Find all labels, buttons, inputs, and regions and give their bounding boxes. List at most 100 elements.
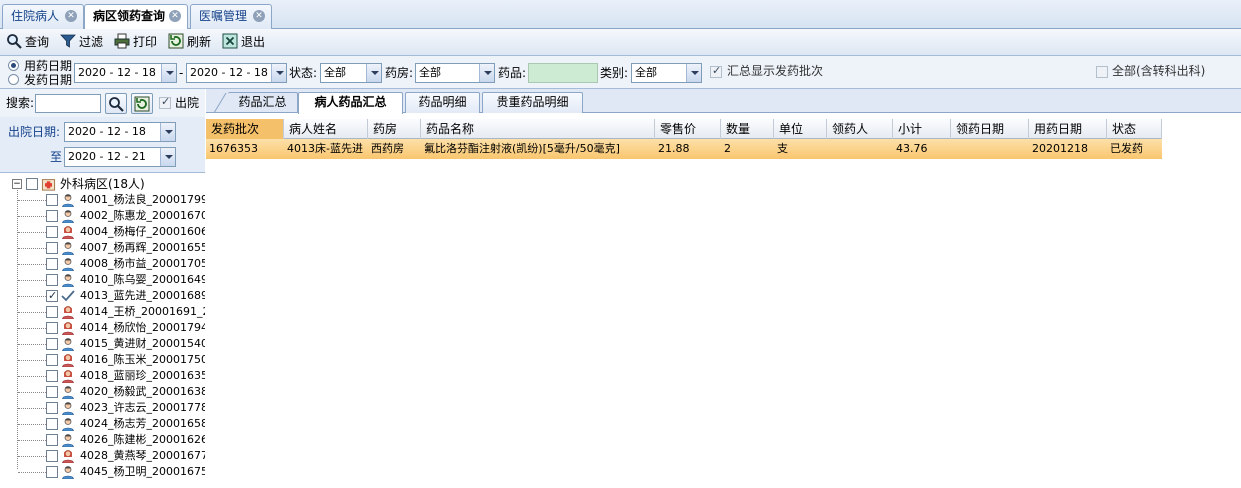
- column-header-batch[interactable]: 发药批次: [206, 119, 284, 139]
- column-header-use-date[interactable]: 用药日期: [1029, 119, 1107, 139]
- pharmacy-select[interactable]: 全部: [415, 63, 495, 83]
- column-header-status[interactable]: 状态: [1107, 119, 1162, 139]
- table-row[interactable]: 1676353 4013床-蓝先进 西药房 氟比洛芬酯注射液(凯纷)[5毫升/50毫克…: [206, 139, 1162, 159]
- close-icon[interactable]: ✕: [253, 10, 265, 22]
- tree-patient-item[interactable]: 4024_杨志芳_20001658_: [0, 416, 205, 432]
- discharge-checkbox[interactable]: [159, 95, 171, 109]
- tab-ward-drug-query[interactable]: 病区领药查询 ✕: [84, 4, 188, 30]
- tree-patient-item[interactable]: 4026_陈建彬_20001626_: [0, 432, 205, 448]
- patient-checkbox[interactable]: [46, 322, 58, 334]
- date-from-picker[interactable]: 2020 - 12 - 18: [74, 63, 177, 83]
- refresh-button[interactable]: 刷新: [168, 32, 211, 53]
- drug-input[interactable]: [528, 63, 598, 83]
- column-header-pharmacy[interactable]: 药房: [368, 119, 421, 139]
- patient-checkbox[interactable]: [46, 370, 58, 382]
- patient-checkbox[interactable]: [46, 402, 58, 414]
- tree-root-ward[interactable]: − 外科病区(18人): [0, 176, 205, 192]
- exit-icon: [222, 33, 238, 49]
- patient-checkbox[interactable]: [46, 242, 58, 254]
- female-patient-icon: [62, 306, 74, 319]
- patient-checkbox[interactable]: [46, 466, 58, 478]
- tree-patient-item[interactable]: 4001_杨法良_20001799_: [0, 192, 205, 208]
- chevron-down-icon[interactable]: [271, 64, 286, 82]
- patient-checkbox[interactable]: [46, 226, 58, 238]
- column-header-patient-name[interactable]: 病人姓名: [284, 119, 368, 139]
- tab-label: 贵重药品明细: [496, 95, 569, 109]
- patient-checkbox[interactable]: [46, 274, 58, 286]
- use-date-radio[interactable]: [8, 60, 19, 71]
- patient-label: 4016_陈玉米_20001750_: [80, 353, 205, 366]
- tree-patient-item[interactable]: 4002_陈惠龙_20001670_: [0, 208, 205, 224]
- cell-drug-name: 氟比洛芬酯注射液(凯纷)[5毫升/50毫克]: [424, 142, 620, 155]
- chevron-down-icon[interactable]: [160, 148, 175, 166]
- query-button[interactable]: 查询: [6, 32, 49, 53]
- tree-patient-item[interactable]: 4007_杨再辉_20001655_: [0, 240, 205, 256]
- tree-patient-item[interactable]: 4010_陈乌婴_20001649_: [0, 272, 205, 288]
- tab-inpatients[interactable]: 住院病人 ✕: [2, 4, 84, 29]
- chevron-down-icon[interactable]: [479, 64, 494, 82]
- column-header-quantity[interactable]: 数量: [721, 119, 774, 139]
- exit-button[interactable]: 退出: [222, 32, 265, 53]
- summary-batch-checkbox[interactable]: [710, 64, 722, 78]
- to-label: 至: [50, 150, 63, 164]
- patient-checkbox[interactable]: [46, 306, 58, 318]
- close-icon[interactable]: ✕: [65, 10, 77, 22]
- tab-orders[interactable]: 医嘱管理 ✕: [190, 4, 272, 29]
- tree-patient-item[interactable]: 4015_黄进财_20001540_: [0, 336, 205, 352]
- chevron-down-icon[interactable]: [366, 64, 381, 82]
- collapse-icon[interactable]: −: [12, 179, 22, 189]
- toolbar: 查询 过滤 打印 刷新 退出: [0, 29, 1241, 56]
- pharmacy-label: 药房:: [385, 66, 414, 80]
- search-button[interactable]: [105, 93, 127, 114]
- tab-drug-summary[interactable]: 药品汇总: [228, 92, 298, 113]
- search-input[interactable]: [35, 94, 101, 113]
- tree-patient-item[interactable]: 4023_许志云_20001778_: [0, 400, 205, 416]
- column-header-drug-name[interactable]: 药品名称: [421, 119, 655, 139]
- tree-patient-item[interactable]: 4014_王桥_20001691_20: [0, 304, 205, 320]
- tree-patient-item[interactable]: 4020_杨毅武_20001638_: [0, 384, 205, 400]
- tree-patient-item[interactable]: 4008_杨市益_20001705_: [0, 256, 205, 272]
- tab-patient-drug-summary[interactable]: 病人药品汇总: [298, 92, 403, 114]
- discharge-from-picker[interactable]: 2020 - 12 - 18: [64, 122, 176, 142]
- status-select[interactable]: 全部: [320, 63, 382, 83]
- patient-checkbox[interactable]: [46, 418, 58, 430]
- print-button[interactable]: 打印: [114, 32, 157, 53]
- tree-patient-item[interactable]: 4045_杨卫明_20001675_: [0, 464, 205, 480]
- patient-checkbox[interactable]: [46, 354, 58, 366]
- column-header-retail-price[interactable]: 零售价: [655, 119, 721, 139]
- ward-checkbox[interactable]: [26, 178, 38, 190]
- column-header-subtotal[interactable]: 小计: [893, 119, 951, 139]
- column-header-receiver[interactable]: 领药人: [827, 119, 893, 139]
- tree-patient-item[interactable]: 4014_杨欣怡_20001794_: [0, 320, 205, 336]
- chevron-down-icon[interactable]: [686, 64, 701, 82]
- tree-line: [18, 328, 46, 329]
- patient-checkbox[interactable]: [46, 338, 58, 350]
- patient-checkbox[interactable]: [46, 210, 58, 222]
- discharge-date-box: 出院日期: 2020 - 12 - 18 至 2020 - 12 - 21: [0, 117, 205, 173]
- all-transfer-checkbox[interactable]: [1096, 66, 1108, 78]
- tree-patient-item[interactable]: 4018_蓝丽珍_20001635_: [0, 368, 205, 384]
- discharge-to-picker[interactable]: 2020 - 12 - 21: [64, 147, 176, 167]
- date-to-picker[interactable]: 2020 - 12 - 18: [186, 63, 287, 83]
- tree-patient-item[interactable]: 4028_黄燕琴_20001677_: [0, 448, 205, 464]
- dispense-date-radio[interactable]: [8, 74, 19, 85]
- tab-drug-detail[interactable]: 药品明细: [405, 92, 480, 113]
- chevron-down-icon[interactable]: [160, 123, 175, 141]
- chevron-down-icon[interactable]: [161, 64, 176, 82]
- tree-patient-item[interactable]: 4013_蓝先进_20001689_: [0, 288, 205, 304]
- category-select[interactable]: 全部: [631, 63, 702, 83]
- column-header-receive-date[interactable]: 领药日期: [951, 119, 1029, 139]
- patient-checkbox[interactable]: [46, 434, 58, 446]
- patient-checkbox[interactable]: [46, 450, 58, 462]
- filter-button[interactable]: 过滤: [60, 32, 103, 53]
- column-header-unit[interactable]: 单位: [774, 119, 827, 139]
- patient-checkbox[interactable]: [46, 386, 58, 398]
- tree-patient-item[interactable]: 4004_杨梅仔_20001606_: [0, 224, 205, 240]
- patient-checkbox[interactable]: [46, 258, 58, 270]
- close-icon[interactable]: ✕: [169, 10, 181, 22]
- refresh-tree-button[interactable]: [131, 93, 153, 114]
- tree-patient-item[interactable]: 4016_陈玉米_20001750_: [0, 352, 205, 368]
- patient-checkbox[interactable]: [46, 288, 58, 304]
- patient-checkbox[interactable]: [46, 194, 58, 206]
- tab-expensive-drug-detail[interactable]: 贵重药品明细: [482, 92, 583, 113]
